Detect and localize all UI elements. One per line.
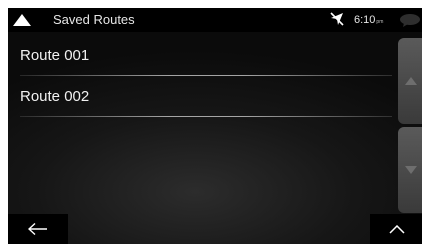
row-divider — [20, 116, 392, 117]
gps-off-icon — [330, 12, 344, 26]
bottom-bar — [8, 214, 422, 244]
menu-button[interactable] — [370, 214, 422, 244]
route-item[interactable]: Route 002 — [8, 78, 392, 119]
scroll-down-button[interactable] — [398, 127, 422, 213]
home-button[interactable] — [12, 12, 32, 28]
chevron-up-icon — [389, 224, 405, 234]
route-item[interactable]: Route 001 — [8, 37, 392, 78]
saved-routes-screen: Saved Routes 6:10pm Route 001 Route 002 — [8, 8, 422, 244]
clock-time: 6:10 — [354, 14, 376, 26]
clock-ampm: pm — [376, 19, 384, 25]
clock: 6:10pm — [354, 12, 383, 30]
route-label: Route 001 — [20, 47, 90, 64]
row-divider — [20, 75, 392, 76]
scroll-up-button[interactable] — [398, 38, 422, 124]
status-bar: Saved Routes 6:10pm — [8, 8, 422, 32]
message-bubble-icon[interactable] — [399, 13, 421, 27]
scroll-up-icon — [405, 77, 417, 85]
page-title: Saved Routes — [53, 12, 135, 27]
route-label: Route 002 — [20, 88, 90, 105]
triangle-up-icon — [13, 14, 31, 26]
back-button[interactable] — [8, 214, 68, 244]
scroll-down-icon — [405, 166, 417, 174]
route-list: Route 001 Route 002 — [8, 37, 392, 119]
back-arrow-icon — [28, 223, 47, 235]
